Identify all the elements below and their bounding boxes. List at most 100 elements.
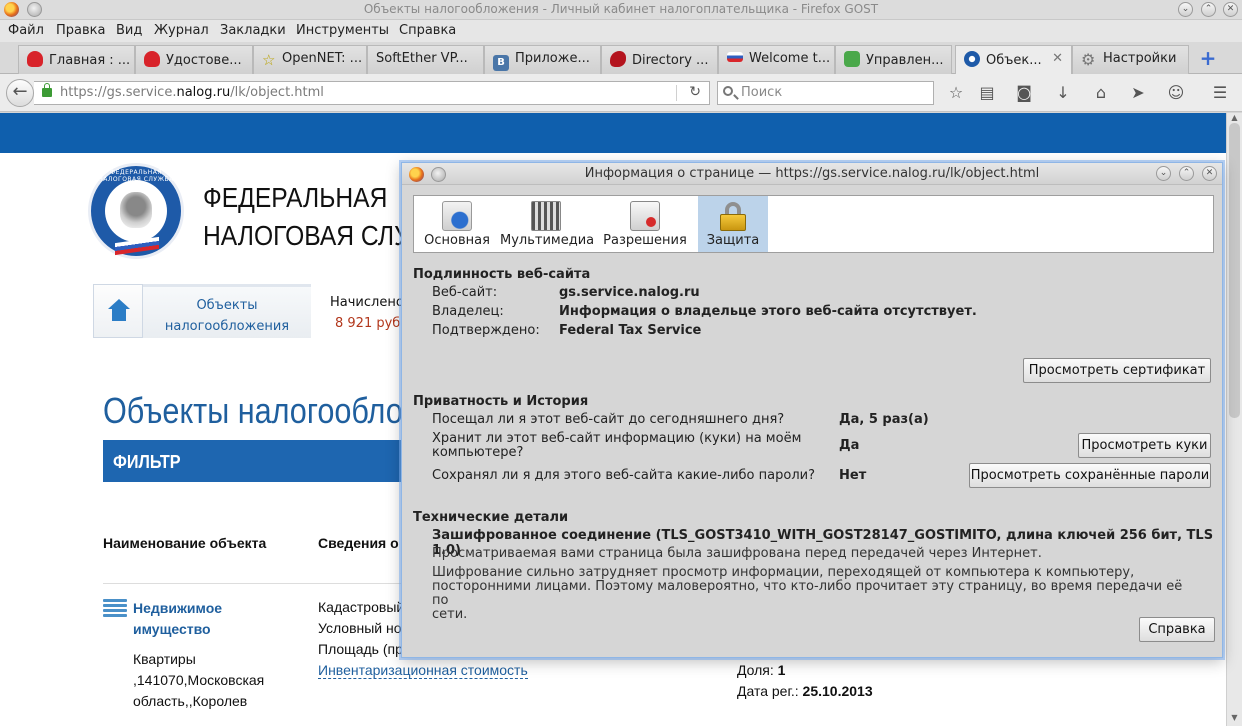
tab-label: Главная : ...: [49, 53, 131, 68]
identity-header: Подлинность веб-сайта: [413, 267, 591, 282]
new-tab-icon[interactable]: +: [1199, 48, 1217, 68]
close-icon[interactable]: ✕: [1202, 166, 1217, 181]
tab-welcome[interactable]: Welcome t...: [718, 45, 835, 74]
navigation-toolbar: ← https://gs.service.nalog.ru/lk/object.…: [0, 74, 1242, 112]
house-icon: [108, 299, 130, 321]
pocket-icon[interactable]: ◙: [1014, 84, 1034, 102]
tab-nastroyki[interactable]: ⚙ Настройки: [1072, 45, 1189, 74]
tab-security[interactable]: Защита: [698, 196, 768, 252]
tab-label: SoftEther VP...: [376, 51, 468, 66]
tab-label: Приложе...: [515, 51, 590, 66]
scroll-thumb[interactable]: [1229, 123, 1240, 418]
tab-upravlenie[interactable]: Управлен...: [835, 45, 952, 74]
technical-header: Технические детали: [413, 510, 569, 525]
tab-prilozheniya[interactable]: В Приложе...: [484, 45, 601, 74]
dialog-title: Информация о странице — https://gs.servi…: [584, 166, 1040, 181]
regdate-field: Дата рег.: 25.10.2013: [737, 683, 873, 699]
emblem-icon: [964, 51, 980, 67]
visited-answer: Да, 5 раз(а): [839, 412, 929, 427]
menu-bookmarks[interactable]: Закладки: [220, 23, 286, 38]
minimize-icon[interactable]: ⌄: [1156, 166, 1171, 181]
tab-glavnaya[interactable]: Главная : ...: [18, 45, 135, 74]
scroll-up-icon[interactable]: ▲: [1229, 113, 1240, 122]
lock-icon[interactable]: [42, 83, 52, 97]
tab-udostoverenie[interactable]: Удостове...: [135, 45, 253, 74]
hamburger-menu-icon[interactable]: ☰: [1210, 84, 1230, 102]
tab-opennet[interactable]: ☆ OpenNET: ...: [253, 45, 367, 74]
chat-icon[interactable]: ☺: [1166, 84, 1186, 102]
passwords-question: Сохранял ли я для этого веб-сайта какие-…: [432, 468, 815, 483]
send-icon[interactable]: ➤: [1128, 84, 1148, 102]
url-bar[interactable]: https://gs.service.nalog.ru/lk/object.ht…: [34, 81, 710, 105]
inventory-value-link[interactable]: Инвентаризационная стоимость: [318, 662, 528, 679]
divider: [103, 583, 403, 584]
passwords-answer: Нет: [839, 468, 867, 483]
url-text: https://gs.service.nalog.ru/lk/object.ht…: [60, 85, 324, 100]
page-title: Объекты налогообло: [103, 390, 403, 431]
tab-label: Настройки: [1103, 51, 1177, 66]
tab-obekty-active[interactable]: Объек... ✕: [955, 45, 1072, 75]
owner-label: Владелец:: [432, 304, 504, 319]
downloads-icon[interactable]: ↓: [1053, 84, 1073, 102]
nav-tab-charged[interactable]: Начислено 8 921 руб.: [313, 284, 413, 338]
bookmark-star-icon[interactable]: ☆: [946, 84, 966, 102]
menu-file[interactable]: Файл: [8, 23, 44, 38]
search-icon: [723, 86, 733, 96]
permissions-icon: [630, 201, 660, 231]
website-value: gs.service.nalog.ru: [559, 285, 700, 300]
privacy-header: Приватность и История: [413, 394, 589, 409]
encryption-explanation: Шифрование сильно затрудняет просмотр ин…: [432, 565, 1183, 622]
red-mascot-icon: [27, 51, 43, 67]
view-certificate-button[interactable]: Просмотреть сертификат: [1023, 358, 1211, 383]
tab-label: OpenNET: ...: [282, 51, 363, 66]
org-name: ФЕДЕРАЛЬНАЯ НАЛОГОВАЯ СЛУЖ: [203, 182, 433, 251]
tab-media[interactable]: Мультимедиа: [500, 196, 594, 252]
home-button[interactable]: [93, 284, 143, 338]
owner-value: Информация о владельце этого веб-сайта о…: [559, 304, 977, 319]
verified-label: Подтверждено:: [432, 323, 540, 338]
tab-label: Объек...: [986, 53, 1042, 68]
tab-label: Welcome t...: [749, 51, 831, 66]
eagle-icon: [120, 192, 152, 228]
tab-directory[interactable]: Directory ...: [601, 45, 718, 74]
menu-view[interactable]: Вид: [116, 23, 142, 38]
info-tabs: Основная Мультимедиа Разрешения Защита: [413, 195, 1214, 253]
menu-tools[interactable]: Инструменты: [296, 23, 389, 38]
reload-icon[interactable]: ↻: [689, 84, 701, 100]
page-scrollbar[interactable]: ▲ ▼: [1226, 113, 1242, 726]
menu-history[interactable]: Журнал: [154, 23, 209, 38]
menu-help[interactable]: Справка: [399, 23, 456, 38]
website-label: Веб-сайт:: [432, 285, 498, 300]
scroll-down-icon[interactable]: ▼: [1229, 713, 1240, 722]
minimize-icon[interactable]: ⌄: [1178, 2, 1193, 17]
tab-bar: Главная : ... Удостове... ☆ OpenNET: ... …: [0, 42, 1242, 75]
gear-icon: ⚙: [1081, 50, 1096, 69]
tab-permissions[interactable]: Разрешения: [592, 196, 698, 252]
page-info-dialog: Информация о странице — https://gs.servi…: [401, 162, 1223, 658]
maximize-icon[interactable]: ⌃: [1201, 2, 1216, 17]
info-icon: [442, 201, 472, 231]
help-button[interactable]: Справка: [1139, 617, 1215, 642]
view-saved-passwords-button[interactable]: Просмотреть сохранённые пароли: [969, 463, 1211, 488]
search-input[interactable]: Поиск: [717, 81, 934, 105]
close-tab-icon[interactable]: ✕: [1052, 51, 1063, 66]
filter-toggle[interactable]: ФИЛЬТР: [103, 440, 423, 482]
bookmarks-list-icon[interactable]: ▤: [977, 84, 997, 102]
object-address: Квартиры ,141070,Московская область,,Кор…: [133, 651, 265, 709]
maximize-icon[interactable]: ⌃: [1179, 166, 1194, 181]
tab-softether[interactable]: SoftEther VP...: [367, 45, 484, 74]
visited-question: Посещал ли я этот веб-сайт до сегодняшне…: [432, 412, 785, 427]
view-cookies-button[interactable]: Просмотреть куки: [1078, 433, 1211, 458]
tab-label: Удостове...: [166, 53, 242, 68]
encryption-note: Просматриваемая вами страница была зашиф…: [432, 546, 1042, 561]
home-icon[interactable]: ⌂: [1091, 84, 1111, 102]
tab-general[interactable]: Основная: [414, 196, 500, 252]
window-title: Объекты налогообложения - Личный кабинет…: [363, 2, 879, 16]
nav-tab-objects[interactable]: Объекты налогообложения: [143, 284, 311, 338]
back-button[interactable]: ←: [6, 79, 34, 107]
menu-edit[interactable]: Правка: [56, 23, 105, 38]
close-icon[interactable]: ✕: [1223, 2, 1238, 17]
cookies-answer: Да: [839, 438, 860, 453]
search-placeholder: Поиск: [741, 85, 783, 100]
object-name-link[interactable]: Недвижимое имущество: [133, 598, 222, 640]
